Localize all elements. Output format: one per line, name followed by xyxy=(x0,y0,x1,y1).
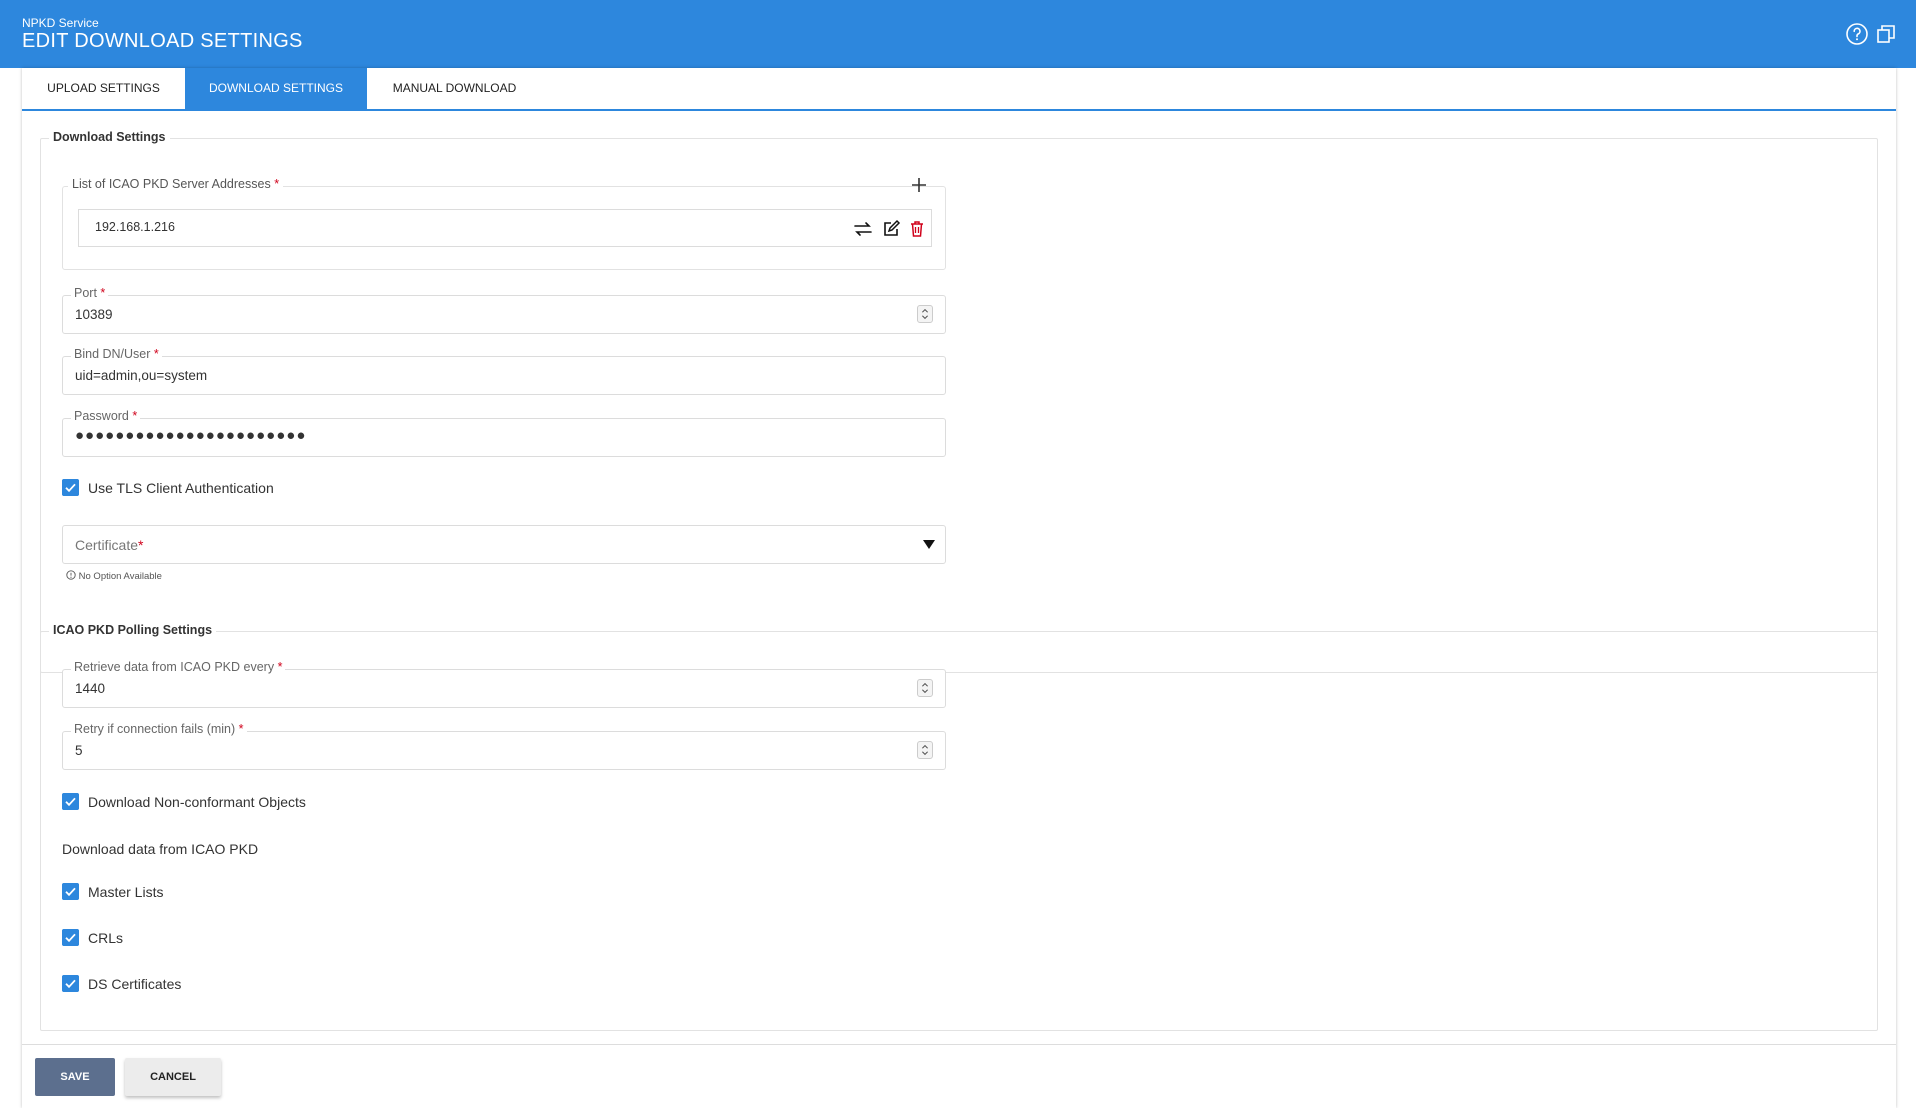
required-marker: * xyxy=(238,722,244,736)
master-lists-checkbox-row[interactable]: Master Lists xyxy=(62,883,262,903)
page-title: EDIT DOWNLOAD SETTINGS xyxy=(22,30,303,52)
certificate-hint-text: No Option Available xyxy=(78,571,162,582)
required-marker: * xyxy=(132,409,138,423)
tls-checkbox-label: Use TLS Client Authentication xyxy=(88,480,274,496)
cancel-button[interactable]: CANCEL xyxy=(125,1058,221,1096)
retrieve-interval-label-text: Retrieve data from ICAO PKD every xyxy=(74,660,275,674)
tls-checkbox-row[interactable]: Use TLS Client Authentication xyxy=(62,479,362,499)
bind-dn-label: Bind DN/User * xyxy=(71,347,162,361)
required-marker: * xyxy=(100,286,106,300)
retrieve-interval-field[interactable]: Retrieve data from ICAO PKD every * 1440 xyxy=(62,660,946,708)
crls-checkbox-row[interactable]: CRLs xyxy=(62,929,262,949)
checkbox-checked-icon[interactable] xyxy=(62,883,79,900)
non-conformant-checkbox-row[interactable]: Download Non-conformant Objects xyxy=(62,793,382,813)
certificate-select[interactable]: Certificate* xyxy=(62,525,946,564)
delete-icon[interactable] xyxy=(907,219,927,239)
tab-bar: UPLOAD SETTINGS DOWNLOAD SETTINGS MANUAL… xyxy=(22,68,1896,111)
required-marker: * xyxy=(274,177,280,191)
retry-interval-field[interactable]: Retry if connection fails (min) * 5 xyxy=(62,722,946,770)
checkbox-checked-icon[interactable] xyxy=(62,479,79,496)
help-circle-icon[interactable] xyxy=(1845,22,1869,46)
password-field[interactable]: Password * ●●●●●●●●●●●●●●●●●●●●●●● xyxy=(62,409,946,457)
server-list-item: 192.168.1.216 xyxy=(78,209,932,247)
add-icon[interactable] xyxy=(910,176,928,194)
password-label-text: Password xyxy=(74,409,129,423)
number-stepper-icon[interactable] xyxy=(917,741,933,759)
tab-download-settings[interactable]: DOWNLOAD SETTINGS xyxy=(185,68,367,109)
ds-certificates-checkbox-row[interactable]: DS Certificates xyxy=(62,975,262,995)
bind-dn-label-text: Bind DN/User xyxy=(74,347,151,361)
retrieve-interval-value: 1440 xyxy=(75,681,106,696)
password-value: ●●●●●●●●●●●●●●●●●●●●●●● xyxy=(75,427,307,444)
required-marker: * xyxy=(153,347,159,361)
server-list-legend: List of ICAO PKD Server Addresses * xyxy=(68,177,284,191)
non-conformant-label: Download Non-conformant Objects xyxy=(88,794,306,810)
port-field[interactable]: Port * 10389 xyxy=(62,286,946,334)
settings-card: UPLOAD SETTINGS DOWNLOAD SETTINGS MANUAL… xyxy=(22,68,1896,1108)
download-settings-title: Download Settings xyxy=(49,130,170,144)
master-lists-label: Master Lists xyxy=(88,884,164,900)
polling-settings-title: ICAO PKD Polling Settings xyxy=(49,623,217,637)
footer-divider xyxy=(22,1044,1896,1045)
retry-interval-value: 5 xyxy=(75,743,83,758)
certificate-placeholder: Certificate* xyxy=(75,537,143,553)
swap-icon[interactable] xyxy=(853,219,873,239)
number-stepper-icon[interactable] xyxy=(917,679,933,697)
retrieve-interval-label: Retrieve data from ICAO PKD every * xyxy=(71,660,286,674)
port-value: 10389 xyxy=(75,307,113,322)
download-data-label: Download data from ICAO PKD xyxy=(62,841,259,857)
server-address: 192.168.1.216 xyxy=(95,220,175,234)
info-icon xyxy=(66,570,76,580)
required-marker: * xyxy=(138,537,144,553)
retry-interval-label: Retry if connection fails (min) * xyxy=(71,722,247,736)
tab-upload-settings[interactable]: UPLOAD SETTINGS xyxy=(22,68,185,109)
port-label-text: Port xyxy=(74,286,97,300)
save-button[interactable]: SAVE xyxy=(35,1058,115,1096)
retry-interval-label-text: Retry if connection fails (min) xyxy=(74,722,236,736)
crls-label: CRLs xyxy=(88,930,124,946)
bind-dn-field[interactable]: Bind DN/User * uid=admin,ou=system xyxy=(62,347,946,395)
window-restore-icon[interactable] xyxy=(1874,22,1898,46)
checkbox-checked-icon[interactable] xyxy=(62,793,79,810)
checkbox-checked-icon[interactable] xyxy=(62,929,79,946)
checkbox-checked-icon[interactable] xyxy=(62,975,79,992)
service-name: NPKD Service xyxy=(22,16,99,30)
dropdown-caret-icon[interactable] xyxy=(923,540,935,549)
password-label: Password * xyxy=(71,409,141,423)
port-label: Port * xyxy=(71,286,109,300)
server-list-legend-text: List of ICAO PKD Server Addresses xyxy=(72,177,271,191)
number-stepper-icon[interactable] xyxy=(917,305,933,323)
app-header: NPKD Service EDIT DOWNLOAD SETTINGS xyxy=(0,0,1916,68)
required-marker: * xyxy=(277,660,283,674)
edit-icon[interactable] xyxy=(881,219,901,239)
certificate-hint: No Option Available xyxy=(66,570,162,582)
ds-certificates-label: DS Certificates xyxy=(88,976,182,992)
tab-manual-download[interactable]: MANUAL DOWNLOAD xyxy=(367,68,542,109)
certificate-placeholder-text: Certificate xyxy=(75,537,139,553)
bind-dn-value: uid=admin,ou=system xyxy=(75,368,208,383)
